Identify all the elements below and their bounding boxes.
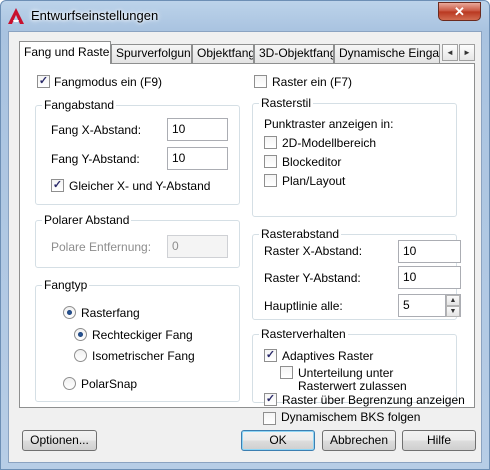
spin-down-icon[interactable]: ▼ — [446, 306, 460, 317]
adaptives-raster-label: Adaptives Raster — [282, 349, 374, 363]
raster-ein-checkbox[interactable] — [254, 75, 267, 88]
begrenzung-label: Raster über Begrenzung anzeigen — [282, 393, 465, 407]
rechteckiger-fang-label: Rechteckiger Fang — [92, 328, 193, 342]
tab-bar: Fang und Raster Spurverfolgung Objektfan… — [19, 41, 475, 64]
dynamisches-bks-checkbox[interactable] — [263, 412, 276, 425]
unterteilung-label-line2: Rasterwert zulassen — [298, 379, 407, 393]
polarsnap-radio[interactable] — [63, 377, 76, 390]
tab-scroll-left-icon[interactable]: ◄ — [442, 44, 458, 61]
rasterverhalten-group: Rasterverhalten Adaptives Raster Unterte… — [252, 327, 465, 407]
fangmodus-checkbox[interactable] — [37, 75, 50, 88]
hauptlinie-spinner: ▲ ▼ — [445, 295, 460, 317]
unterteilung-label-line1: Unterteilung unter — [298, 366, 394, 380]
modellbereich-checkbox[interactable] — [264, 136, 277, 149]
raster-ein-label: Raster ein (F7) — [272, 75, 353, 89]
title-bar[interactable]: Entwurfseinstellungen ✕ — [1, 1, 489, 31]
tab-spurverfolgung[interactable]: Spurverfolgung — [111, 44, 192, 63]
fang-y-label: Fang Y-Abstand: — [51, 152, 140, 166]
rechteckiger-fang-radio[interactable] — [74, 328, 87, 341]
raster-y-label: Raster Y-Abstand: — [264, 271, 361, 285]
dialog-client-area: Fang und Raster Spurverfolgung Objektfan… — [8, 31, 482, 463]
blockeditor-checkbox[interactable] — [264, 155, 277, 168]
hauptlinie-label: Hauptlinie alle: — [264, 299, 343, 313]
gleicher-abstand-label: Gleicher X- und Y-Abstand — [69, 179, 211, 193]
fangtyp-title: Fangtyp — [42, 278, 90, 292]
gleicher-abstand-checkbox[interactable] — [51, 179, 64, 192]
fangabstand-group: Fangabstand Fang X-Abstand: 10 Fang Y-Ab… — [35, 98, 240, 205]
close-button[interactable]: ✕ — [438, 2, 481, 21]
raster-y-input[interactable]: 10 — [398, 266, 461, 289]
ok-button[interactable]: OK — [241, 430, 315, 451]
abbrechen-button[interactable]: Abbrechen — [322, 430, 396, 451]
polare-entfernung-label: Polare Entfernung: — [51, 240, 152, 254]
fang-y-input[interactable]: 10 — [167, 147, 228, 170]
unterteilung-checkbox[interactable] — [280, 366, 293, 379]
tab-objektfang[interactable]: Objektfang — [192, 44, 254, 63]
hilfe-button[interactable]: Hilfe — [402, 430, 476, 451]
adaptives-raster-checkbox[interactable] — [264, 349, 277, 362]
raster-x-label: Raster X-Abstand: — [264, 244, 363, 258]
fang-x-input[interactable]: 10 — [167, 118, 228, 141]
tab-panel-fang-und-raster: Fangmodus ein (F9) Fangabstand Fang X-Ab… — [19, 63, 475, 425]
window-title: Entwurfseinstellungen — [31, 8, 159, 23]
fangtyp-group: Fangtyp Rasterfang Rechteckiger Fang Iso… — [35, 278, 240, 402]
begrenzung-checkbox[interactable] — [264, 393, 277, 406]
fangmodus-label: Fangmodus ein (F9) — [54, 75, 163, 89]
modellbereich-label: 2D-Modellbereich — [282, 136, 377, 150]
dynamisches-bks-label: Dynamischem BKS folgen — [281, 410, 421, 424]
isometrischer-fang-label: Isometrischer Fang — [92, 349, 195, 363]
tab-fang-und-raster[interactable]: Fang und Raster — [19, 41, 111, 64]
punktraster-label: Punktraster anzeigen in: — [264, 117, 394, 131]
blockeditor-label: Blockeditor — [282, 155, 342, 169]
rasterfang-radio[interactable] — [63, 306, 76, 319]
fangabstand-title: Fangabstand — [42, 98, 117, 112]
tab-dynamische-eingabe[interactable]: Dynamische Eingabe — [334, 44, 440, 63]
tab-3d-objektfang[interactable]: 3D-Objektfang — [254, 44, 334, 63]
spin-up-icon[interactable]: ▲ — [446, 295, 460, 306]
rasterabstand-title: Rasterabstand — [259, 227, 342, 241]
polarer-abstand-group: Polarer Abstand Polare Entfernung: 0 — [35, 213, 240, 268]
dialog-window: Entwurfseinstellungen ✕ Fang und Raster … — [0, 0, 490, 470]
polarsnap-label: PolarSnap — [81, 377, 138, 391]
tab-scroll-right-icon[interactable]: ► — [459, 44, 475, 61]
optionen-button[interactable]: Optionen... — [22, 430, 97, 451]
polarer-abstand-title: Polarer Abstand — [42, 213, 132, 227]
plan-layout-label: Plan/Layout — [282, 174, 346, 188]
rasterstil-group: Rasterstil Punktraster anzeigen in: 2D-M… — [252, 96, 457, 217]
isometrischer-fang-radio[interactable] — [74, 349, 87, 362]
rasterfang-label: Rasterfang — [81, 306, 140, 320]
polare-entfernung-input[interactable]: 0 — [167, 235, 228, 258]
rasterstil-title: Rasterstil — [259, 96, 314, 110]
fang-x-label: Fang X-Abstand: — [51, 123, 142, 137]
autocad-app-icon — [8, 8, 24, 24]
raster-x-input[interactable]: 10 — [398, 240, 461, 263]
rasterabstand-group: Rasterabstand Raster X-Abstand: 10 Raste… — [252, 227, 461, 320]
rasterverhalten-title: Rasterverhalten — [259, 327, 348, 341]
plan-layout-checkbox[interactable] — [264, 174, 277, 187]
